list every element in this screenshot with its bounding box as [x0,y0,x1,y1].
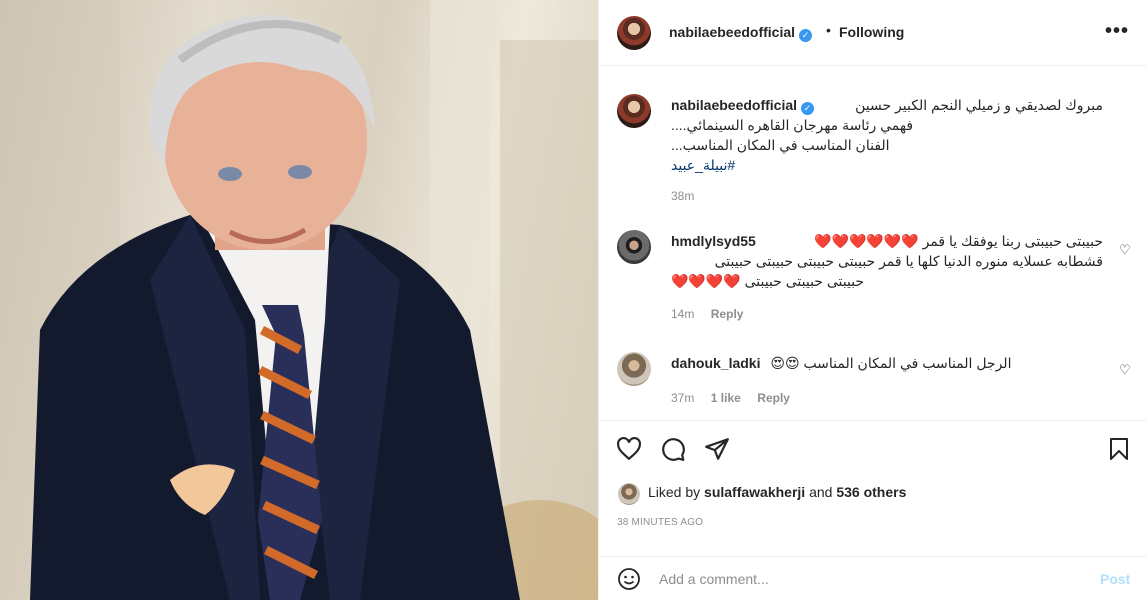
emoji-smiley-icon[interactable] [617,567,641,591]
liker-username[interactable]: sulaffawakherji [704,484,805,500]
post-side-panel: nabilaebeedofficial ✓ • Following ••• nab… [598,0,1146,600]
more-options-icon[interactable]: ••• [1105,20,1129,43]
comment-avatar[interactable] [617,230,651,264]
caption-username[interactable]: nabilaebeedofficial ✓ [671,97,815,115]
post-photo[interactable] [0,0,598,600]
caption-time[interactable]: 38m [671,189,1103,203]
reply-button[interactable]: Reply [757,391,790,405]
caption-line-3: الفنان المناسب في المكان المناسب... [671,137,890,153]
comment-time[interactable]: 14m [671,307,694,321]
post-actions-section: Liked by sulaffawakherji and 536 others … [599,420,1146,600]
comment-likes-count[interactable]: 1 like [711,391,741,405]
caption-line-2: فهمي رئاسة مهرجان القاهره السينمائي.... [671,117,914,133]
comment-meta: 37m 1 like Reply [671,389,1103,407]
post-timestamp[interactable]: 38 MINUTES AGO [617,517,703,528]
share-paper-plane-icon[interactable] [704,436,730,462]
verified-badge-icon: ✓ [801,102,815,115]
comment-avatar[interactable] [617,352,651,386]
comment-line-1: الرجل المناسب في المكان المناسب 😍😍 [770,355,1012,371]
author-username[interactable]: nabilaebeedofficial ✓ [669,24,813,42]
caption-block: nabilaebeedofficial ✓ مبروك لصديقي و زميل… [671,95,1103,203]
comment-like-heart-icon[interactable]: ♡ [1119,362,1131,378]
comment-meta: 14m Reply [671,305,1103,323]
portrait-illustration [0,0,598,600]
separator-dot: • [826,22,831,38]
add-comment-input[interactable]: Add a comment... [659,571,769,587]
verified-badge-icon: ✓ [799,29,813,42]
comment-time[interactable]: 37m [671,391,694,405]
like-heart-icon[interactable] [616,436,642,462]
following-button[interactable]: Following [839,24,904,40]
post-comment-button[interactable]: Post [1100,571,1130,587]
comment-username[interactable]: dahouk_ladki [671,355,760,371]
comment-item: hmdlylsyd55 حبيبتى حبيبتى ربنا يوفقك يا … [671,231,1103,323]
caption-line-1: مبروك لصديقي و زميلي النجم الكبير حسين [855,97,1103,113]
comments-scroll-area[interactable]: nabilaebeedofficial ✓ مبروك لصديقي و زميل… [599,66,1146,420]
caption-avatar[interactable] [617,94,651,128]
comment-line-3: حبيبتى حبيبتى حبيبتى ❤️❤️❤️❤️ [671,273,865,289]
comment-username[interactable]: hmdlylsyd55 [671,233,756,249]
comment-like-heart-icon[interactable]: ♡ [1119,242,1131,258]
comment-bubble-icon[interactable] [660,436,686,462]
author-avatar[interactable] [617,16,651,50]
caption-hashtag[interactable]: #نبيلة_عبيد [671,155,971,175]
add-comment-bar: Add a comment... Post [599,556,1146,600]
reply-button[interactable]: Reply [711,307,744,321]
liker-avatar[interactable] [618,483,640,505]
comment-item: dahouk_ladki الرجل المناسب في المكان الم… [671,353,1103,407]
comment-line-1: حبيبتى حبيبتى ربنا يوفقك يا قمر ❤️❤️❤️❤️… [814,233,1103,249]
save-bookmark-icon[interactable] [1107,436,1131,462]
comment-line-2: قشطابه عسلايه منوره الدنيا كلها يا قمر ح… [714,253,1103,269]
likes-count-link[interactable]: 536 others [836,484,906,500]
likes-summary: Liked by sulaffawakherji and 536 others [648,484,907,500]
post-header: nabilaebeedofficial ✓ • Following ••• [599,0,1146,66]
